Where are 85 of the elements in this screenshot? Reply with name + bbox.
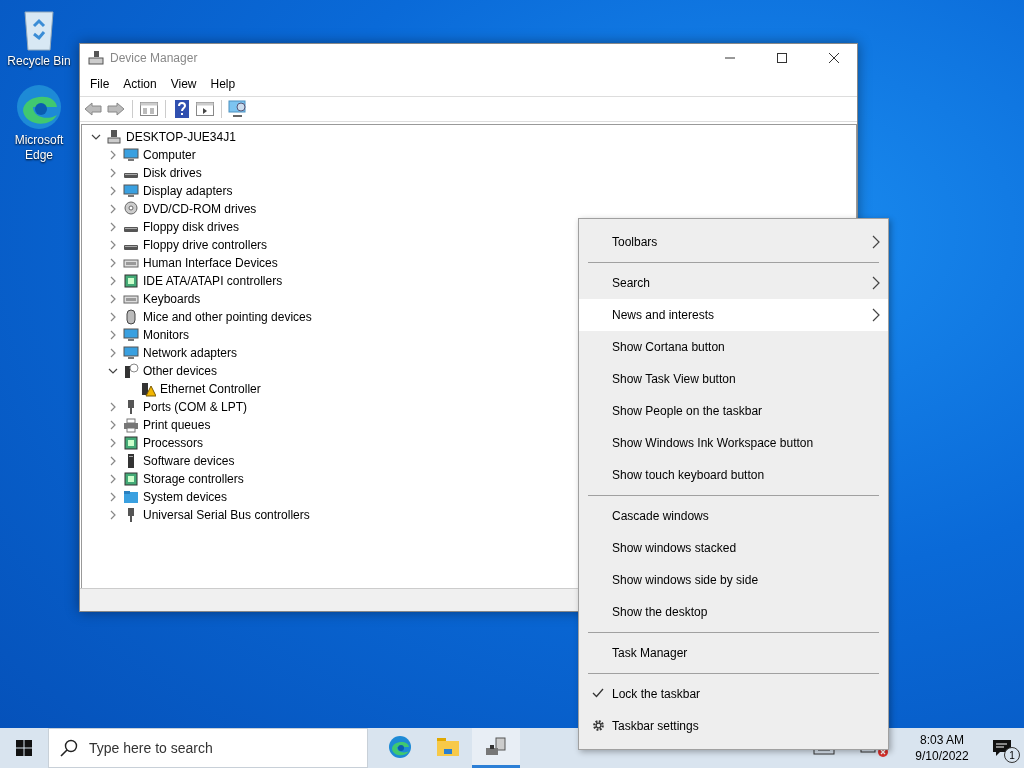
tree-item[interactable]: DVD/CD-ROM drives xyxy=(143,202,257,216)
help-button[interactable] xyxy=(172,99,192,119)
monitor-icon xyxy=(123,147,139,163)
tree-item[interactable]: Keyboards xyxy=(143,292,201,306)
menu-item[interactable]: Show Windows Ink Workspace button xyxy=(579,427,888,459)
printer-icon xyxy=(123,417,139,433)
minimize-icon xyxy=(725,57,735,59)
chip-icon xyxy=(123,471,139,487)
tree-item[interactable]: Floppy drive controllers xyxy=(143,238,268,252)
menu-item[interactable]: Show People on the taskbar xyxy=(579,395,888,427)
question-device-icon xyxy=(123,363,139,379)
chip-icon xyxy=(123,435,139,451)
tree-item[interactable]: DESKTOP-JUE34J1 xyxy=(126,130,236,144)
search-field[interactable]: Type here to search xyxy=(48,728,368,768)
menu-item[interactable]: Show windows side by side xyxy=(579,564,888,596)
tree-item[interactable]: Human Interface Devices xyxy=(143,256,278,270)
drive-icon xyxy=(123,245,139,250)
scan-hardware-button[interactable] xyxy=(228,99,248,119)
tree-item[interactable]: Universal Serial Bus controllers xyxy=(143,508,310,522)
view-button[interactable] xyxy=(195,99,215,119)
menu-item[interactable]: Show Task View button xyxy=(579,363,888,395)
folder-icon xyxy=(123,489,139,505)
menu-item[interactable]: Show the desktop xyxy=(579,596,888,628)
clock[interactable]: 8:03 AM 9/10/2022 xyxy=(904,728,980,768)
menu-item[interactable]: Show Cortana button xyxy=(579,331,888,363)
tree-item[interactable]: Network adapters xyxy=(143,346,238,360)
clock-time: 8:03 AM xyxy=(920,732,964,748)
window-title: Device Manager xyxy=(110,51,199,65)
disc-icon xyxy=(123,201,139,217)
tree-item[interactable]: System devices xyxy=(143,490,228,504)
chip-icon xyxy=(123,273,139,289)
back-button[interactable] xyxy=(83,99,103,119)
gear-icon xyxy=(592,719,605,732)
checkmark-icon xyxy=(592,687,604,699)
forward-button[interactable] xyxy=(106,99,126,119)
menu-item[interactable]: News and interests xyxy=(579,299,888,331)
maximize-icon xyxy=(777,53,787,63)
monitor-icon xyxy=(123,345,139,361)
tree-item[interactable]: Disk drives xyxy=(143,166,202,180)
tree-item[interactable]: Print queues xyxy=(143,418,211,432)
windows-logo-icon xyxy=(16,740,32,756)
close-icon xyxy=(829,53,839,63)
warning-device-icon xyxy=(140,381,156,397)
properties-button[interactable] xyxy=(139,99,159,119)
taskbar-app-button[interactable] xyxy=(472,728,520,768)
computer-icon xyxy=(106,129,122,145)
menu-bar-item[interactable]: View xyxy=(163,77,204,91)
menu-bar-item[interactable]: Action xyxy=(116,77,164,91)
monitor-icon xyxy=(123,327,139,343)
device-manager-icon xyxy=(484,735,508,758)
menu-item[interactable]: Taskbar settings xyxy=(579,710,888,742)
tree-item[interactable]: Ethernet Controller xyxy=(160,382,261,396)
browser-icon[interactable] xyxy=(15,83,63,131)
menu-item[interactable]: Cascade windows xyxy=(579,500,888,532)
mouse-icon xyxy=(123,309,139,325)
tree-item[interactable]: Other devices xyxy=(143,364,218,378)
menu-item[interactable]: Show touch keyboard button xyxy=(579,459,888,491)
tree-item[interactable]: Storage controllers xyxy=(143,472,244,486)
notification-button[interactable]: 1 xyxy=(980,728,1024,768)
desktop-icon-label[interactable]: Recycle Bin xyxy=(4,54,74,69)
menu-item[interactable]: Lock the taskbar xyxy=(579,678,888,710)
menu-item[interactable]: Task Manager xyxy=(579,637,888,669)
search-icon xyxy=(60,739,78,757)
folder-icon xyxy=(436,735,460,758)
menu-bar-item[interactable]: File xyxy=(83,77,117,91)
tree-item[interactable]: Monitors xyxy=(143,328,189,342)
tree-item[interactable]: Software devices xyxy=(143,454,235,468)
tree-item[interactable]: Ports (COM & LPT) xyxy=(143,400,247,414)
menu-bar-item[interactable]: Help xyxy=(203,77,243,91)
device-manager-icon xyxy=(88,50,104,66)
clock-date: 9/10/2022 xyxy=(915,748,969,764)
desktop-icon-label[interactable]: Microsoft Edge xyxy=(4,133,74,163)
tree-item[interactable]: Display adapters xyxy=(143,184,233,198)
menu-item[interactable]: Search xyxy=(579,267,888,299)
tree-item[interactable]: IDE ATA/ATAPI controllers xyxy=(143,274,283,288)
menu-item[interactable]: Toolbars xyxy=(579,226,888,258)
menu-item[interactable]: Show windows stacked xyxy=(579,532,888,564)
tree-item[interactable]: Processors xyxy=(143,436,204,450)
browser-icon xyxy=(388,734,412,759)
tree-item[interactable]: Floppy disk drives xyxy=(143,220,240,234)
drive-icon xyxy=(123,227,139,232)
tree-item[interactable]: Mice and other pointing devices xyxy=(143,310,312,324)
tree-item[interactable]: Computer xyxy=(143,148,196,162)
monitor-icon xyxy=(123,183,139,199)
drive-icon xyxy=(123,173,139,178)
